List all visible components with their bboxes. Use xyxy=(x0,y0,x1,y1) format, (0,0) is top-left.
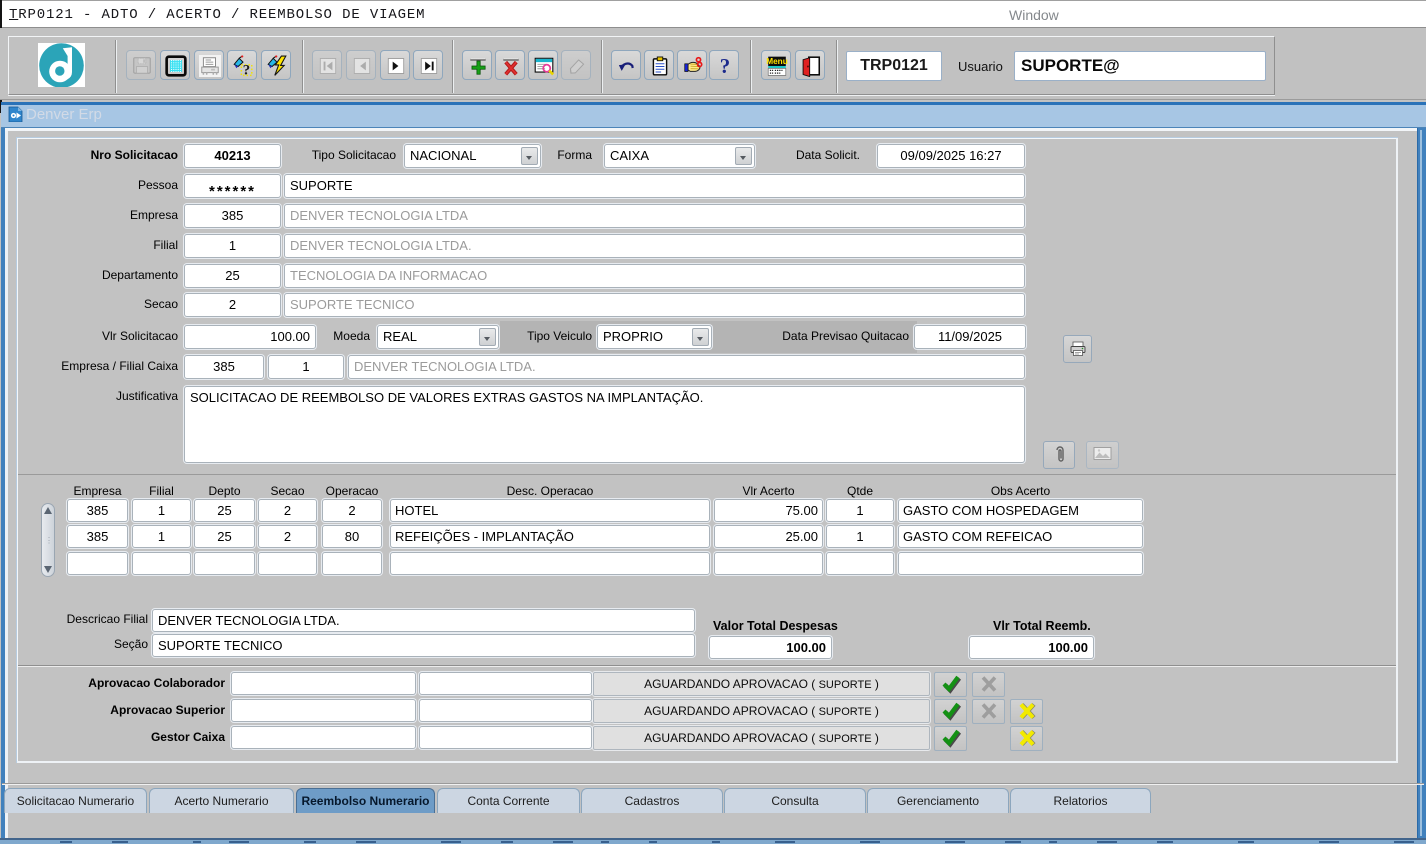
svg-text:Menu: Menu xyxy=(766,57,788,66)
svg-text:?: ? xyxy=(720,55,730,77)
svg-text:?: ? xyxy=(243,62,250,77)
